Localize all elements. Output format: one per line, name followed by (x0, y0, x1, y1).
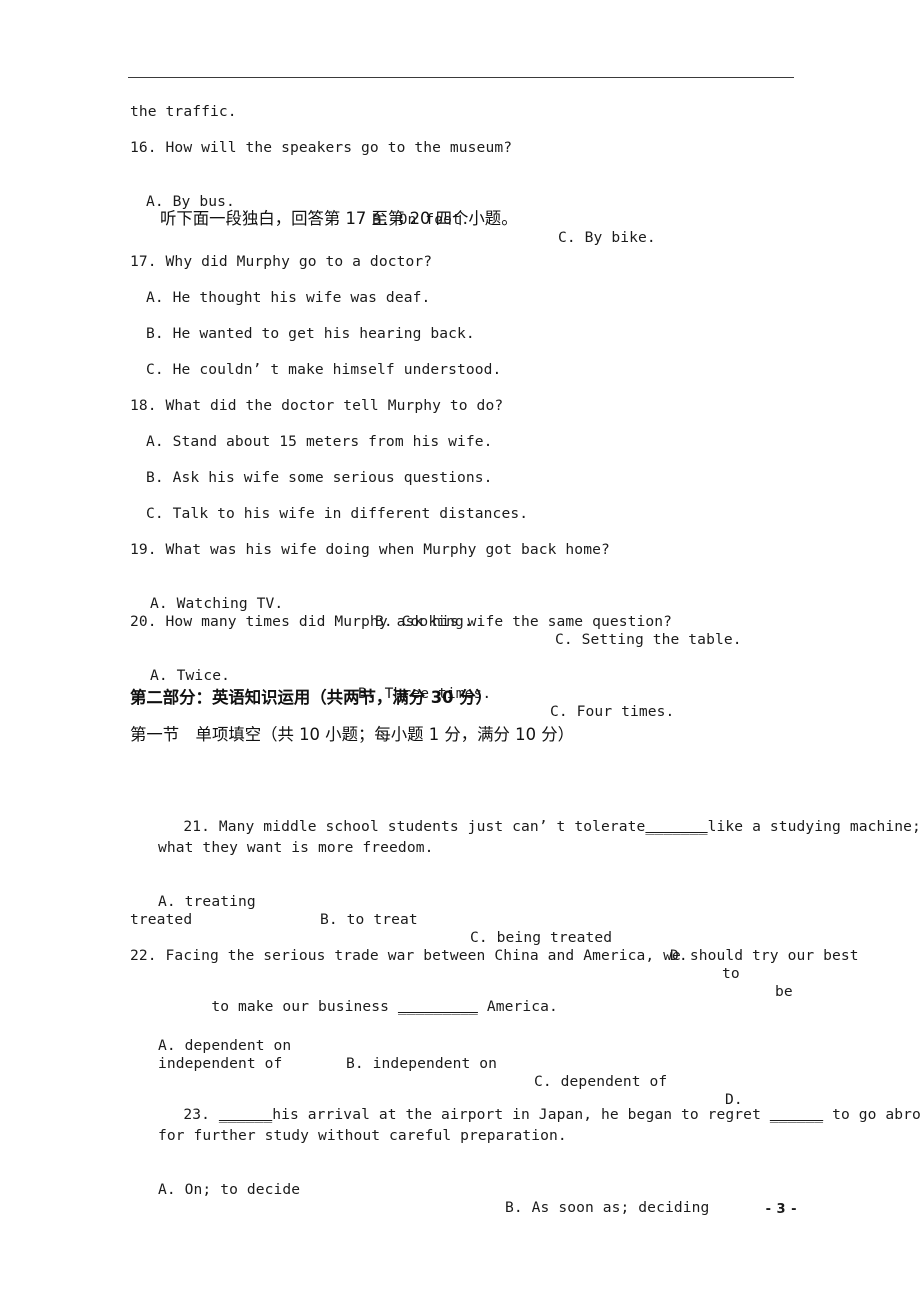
question-23-stem-line2: for further study without careful prepar… (158, 1127, 567, 1144)
question-18-option-c[interactable]: C. Talk to his wife in different distanc… (146, 506, 528, 522)
question-17-option-b[interactable]: B. He wanted to get his hearing back. (146, 326, 475, 342)
question-23-option-a[interactable]: A. On; to decide (158, 1182, 300, 1198)
question-21-stem-line2: what they want is more freedom. (158, 839, 434, 856)
question-17-option-c[interactable]: C. He couldn’ t make himself understood. (146, 362, 501, 378)
question-22-blank[interactable]: _________ (398, 998, 478, 1015)
question-23-options: A. On; to decide B. As soon as; deciding (130, 1165, 800, 1237)
question-18-stem: 18. What did the doctor tell Murphy to d… (130, 397, 504, 414)
section-one-heading: 第一节 单项填空（共 10 小题；每小题 1 分，满分 10 分） (130, 725, 574, 744)
question-22-stem-line1: 22. Facing the serious trade war between… (130, 947, 859, 964)
question-21-option-d-word-be[interactable]: be (775, 984, 793, 1000)
question-16-option-a[interactable]: A. By bus. (146, 194, 235, 210)
question-21-option-c[interactable]: C. being treated (470, 930, 612, 946)
question-16-stem: 16. How will the speakers go to the muse… (130, 139, 513, 156)
question-20-stem: 20. How many times did Murphy ask his wi… (130, 613, 673, 630)
question-21-option-a[interactable]: A. treating (158, 894, 256, 910)
monologue-instruction: 听下面一段独白，回答第 17 至第 20 四个小题。 (160, 209, 518, 228)
question-17-stem: 17. Why did Murphy go to a doctor? (130, 253, 433, 270)
question-21-option-d-word-to[interactable]: to (722, 966, 740, 982)
question-20-option-c[interactable]: C. Four times. (550, 704, 674, 720)
question-18-option-b[interactable]: B. Ask his wife some serious questions. (146, 470, 493, 486)
question-17-option-a[interactable]: A. He thought his wife was deaf. (146, 290, 430, 306)
question-23-blank-2[interactable]: ______ (770, 1106, 823, 1123)
header-rule (128, 77, 794, 78)
question-18-option-a[interactable]: A. Stand about 15 meters from his wife. (146, 434, 493, 450)
question-23-number: 23. (183, 1105, 210, 1123)
question-19-option-c[interactable]: C. Setting the table. (555, 632, 742, 648)
question-23-stem-post: to go abroad (832, 1105, 920, 1123)
question-22-option-a[interactable]: A. dependent on (158, 1038, 291, 1054)
question-21-stem-pre: 21. Many middle school students just can… (183, 817, 646, 835)
question-22-option-c[interactable]: C. dependent of (534, 1074, 667, 1090)
question-19-stem: 19. What was his wife doing when Murphy … (130, 541, 610, 558)
question-21-option-b[interactable]: B. to treat (320, 912, 418, 928)
question-22-stem-pre: to make our business (211, 997, 390, 1015)
question-22-option-wrap[interactable]: independent of (158, 1056, 282, 1072)
question-16-option-c[interactable]: C. By bike. (558, 230, 656, 246)
question-21-blank[interactable]: _______ (645, 818, 707, 835)
continued-text-line: the traffic. (130, 103, 237, 120)
question-22-option-b[interactable]: B. independent on (346, 1056, 497, 1072)
question-21-stem-post: like a studying machine; (707, 817, 920, 835)
question-23-blank-1[interactable]: ______ (219, 1106, 272, 1123)
question-22-stem-post: America. (486, 997, 558, 1015)
exam-paper-page: the traffic. 16. How will the speakers g… (0, 0, 920, 1302)
part-two-heading: 第二部分：英语知识运用（共两节，满分 30 分） (130, 688, 493, 707)
question-21-option-wrap[interactable]: treated (130, 912, 192, 928)
page-number: - 3 - (765, 1202, 797, 1217)
question-19-option-a[interactable]: A. Watching TV. (150, 596, 283, 612)
question-20-option-a[interactable]: A. Twice. (150, 668, 230, 684)
question-23-stem-mid: his arrival at the airport in Japan, he … (272, 1105, 761, 1123)
